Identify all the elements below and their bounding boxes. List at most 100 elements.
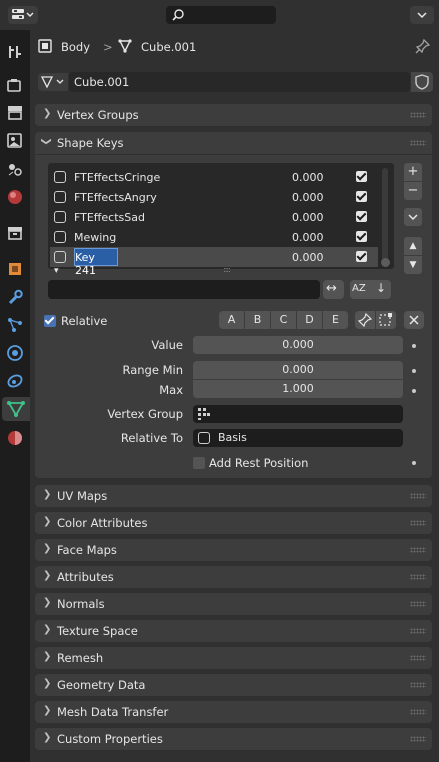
drag-handle-icon[interactable] [410,655,426,661]
drag-handle-icon[interactable] [410,493,426,499]
panel-uv-maps[interactable]: ❯ UV Maps [35,485,432,507]
render-tab-icon[interactable] [3,73,27,97]
panel-texture-space[interactable]: ❯ Texture Space [35,620,432,642]
panel-attributes[interactable]: ❯ Attributes [35,566,432,588]
clear-shape-keys-button[interactable] [404,311,424,329]
drag-handle-icon[interactable] [410,709,426,715]
shape-key-specials-button[interactable] [404,208,422,226]
panel-shape-keys[interactable]: ❯ Shape Keys [35,132,432,154]
shape-key-name[interactable]: FTEffectsAngry [74,191,157,204]
pin-icon[interactable] [415,38,431,54]
value-slider[interactable]: 0.000 [193,336,403,354]
move-up-button[interactable]: ▲ [404,237,422,255]
collection-tab-icon[interactable] [3,221,27,245]
max-field[interactable]: 1.000 [193,380,403,398]
constraints-tab-icon[interactable] [3,369,27,393]
panel-custom-properties[interactable]: ❯ Custom Properties [35,728,432,750]
sort-reverse-button[interactable]: ↓ [372,280,391,299]
shape-key-mute-checkbox[interactable] [356,171,367,182]
drag-handle-icon[interactable] [410,140,426,146]
shape-key-name[interactable]: FTEffectsCringe [74,171,160,184]
material-tab-icon[interactable] [3,426,27,450]
keyframe-dot-icon[interactable] [412,369,416,373]
list-item[interactable]: Mewing 0.000 [50,227,378,247]
chevron-right-icon: ❯ [43,489,52,500]
sort-alpha-button[interactable]: AZ [350,280,372,299]
panel-vertex-groups[interactable]: ❯ Vertex Groups [35,104,432,126]
letter-button-b[interactable]: B [245,311,270,329]
filter-input[interactable] [48,280,320,299]
drag-handle-icon[interactable] [410,520,426,526]
letter-button-d[interactable]: D [297,311,322,329]
scrollbar-thumb[interactable] [381,258,390,267]
shape-key-lock-button[interactable] [355,311,375,329]
list-item[interactable]: FTEffectsCringe 0.000 [50,167,378,187]
letter-button-e[interactable]: E [323,311,348,329]
keyframe-dot-icon[interactable] [412,461,416,465]
mesh-browse-button[interactable] [38,73,68,91]
panel-normals[interactable]: ❯ Normals [35,593,432,615]
drag-handle-icon[interactable] [410,601,426,607]
header-options-button[interactable] [410,6,434,24]
list-item[interactable]: FTEffectsAngry 0.000 [50,187,378,207]
particles-tab-icon[interactable] [3,313,27,337]
fake-user-button[interactable] [411,72,433,92]
panel-remesh[interactable]: ❯ Remesh [35,647,432,669]
letter-button-c[interactable]: C [271,311,296,329]
view-layer-tab-icon[interactable] [3,129,27,153]
filter-expand-icon[interactable]: ▾ [54,266,59,276]
letter-button-a[interactable]: A [219,311,244,329]
shape-key-mute-checkbox[interactable] [356,211,367,222]
panel-mesh-data-transfer[interactable]: ❯ Mesh Data Transfer [35,701,432,723]
drag-handle-icon[interactable] [410,574,426,580]
panel-title: Custom Properties [57,732,163,746]
vertex-group-field[interactable] [193,405,403,423]
object-tab-icon[interactable] [3,257,27,281]
data-tab-icon[interactable] [2,397,30,421]
remove-shape-key-button[interactable]: − [404,182,422,200]
tool-tab-icon[interactable] [3,40,27,64]
shape-key-value[interactable]: 0.000 [292,231,324,244]
world-tab-icon[interactable] [3,185,27,209]
search-input[interactable] [166,6,276,24]
add-shape-key-button[interactable]: + [404,163,422,181]
relative-checkbox[interactable] [44,315,56,327]
properties-editor-icon [12,9,34,19]
relative-to-field[interactable]: Basis [193,429,403,447]
scene-tab-icon[interactable] [3,157,27,181]
editor-type-selector[interactable] [8,6,38,24]
shape-key-value[interactable]: 0.000 [292,171,324,184]
shape-key-mute-checkbox[interactable] [356,191,367,202]
drag-handle-icon[interactable] [410,547,426,553]
output-tab-icon[interactable] [3,101,27,125]
add-rest-position-checkbox[interactable] [193,457,205,469]
list-resize-grip[interactable]: :::: [223,265,231,274]
shape-key-value[interactable]: 0.000 [292,251,324,264]
shape-key-value[interactable]: 0.000 [292,191,324,204]
filter-toggle-button[interactable]: ↔ [323,280,344,299]
shape-key-rename-input[interactable]: Key 241 [74,248,118,277]
drag-handle-icon[interactable] [410,112,426,118]
mesh-name-field[interactable]: Cube.001 [69,72,410,92]
shape-key-mute-checkbox[interactable] [356,231,367,242]
move-down-button[interactable]: ▼ [404,256,422,274]
panel-geometry-data[interactable]: ❯ Geometry Data [35,674,432,696]
drag-handle-icon[interactable] [410,628,426,634]
chevron-down-icon: ❯ [40,137,52,146]
panel-face-maps[interactable]: ❯ Face Maps [35,539,432,561]
drag-handle-icon[interactable] [410,682,426,688]
list-scrollbar[interactable] [382,168,388,264]
shape-key-value[interactable]: 0.000 [292,211,324,224]
shape-key-name[interactable]: Mewing [74,231,116,244]
shape-key-name[interactable]: FTEffectsSad [74,211,145,224]
shape-key-mute-checkbox[interactable] [356,251,367,262]
range-min-field[interactable]: 0.000 [193,361,403,379]
modifiers-tab-icon[interactable] [3,285,27,309]
physics-tab-icon[interactable] [3,341,27,365]
edit-mode-button[interactable] [376,311,396,329]
list-item[interactable]: FTEffectsSad 0.000 [50,207,378,227]
panel-color-attributes[interactable]: ❯ Color Attributes [35,512,432,534]
drag-handle-icon[interactable] [410,736,426,742]
keyframe-dot-icon[interactable] [412,389,416,393]
keyframe-dot-icon[interactable] [412,344,416,348]
